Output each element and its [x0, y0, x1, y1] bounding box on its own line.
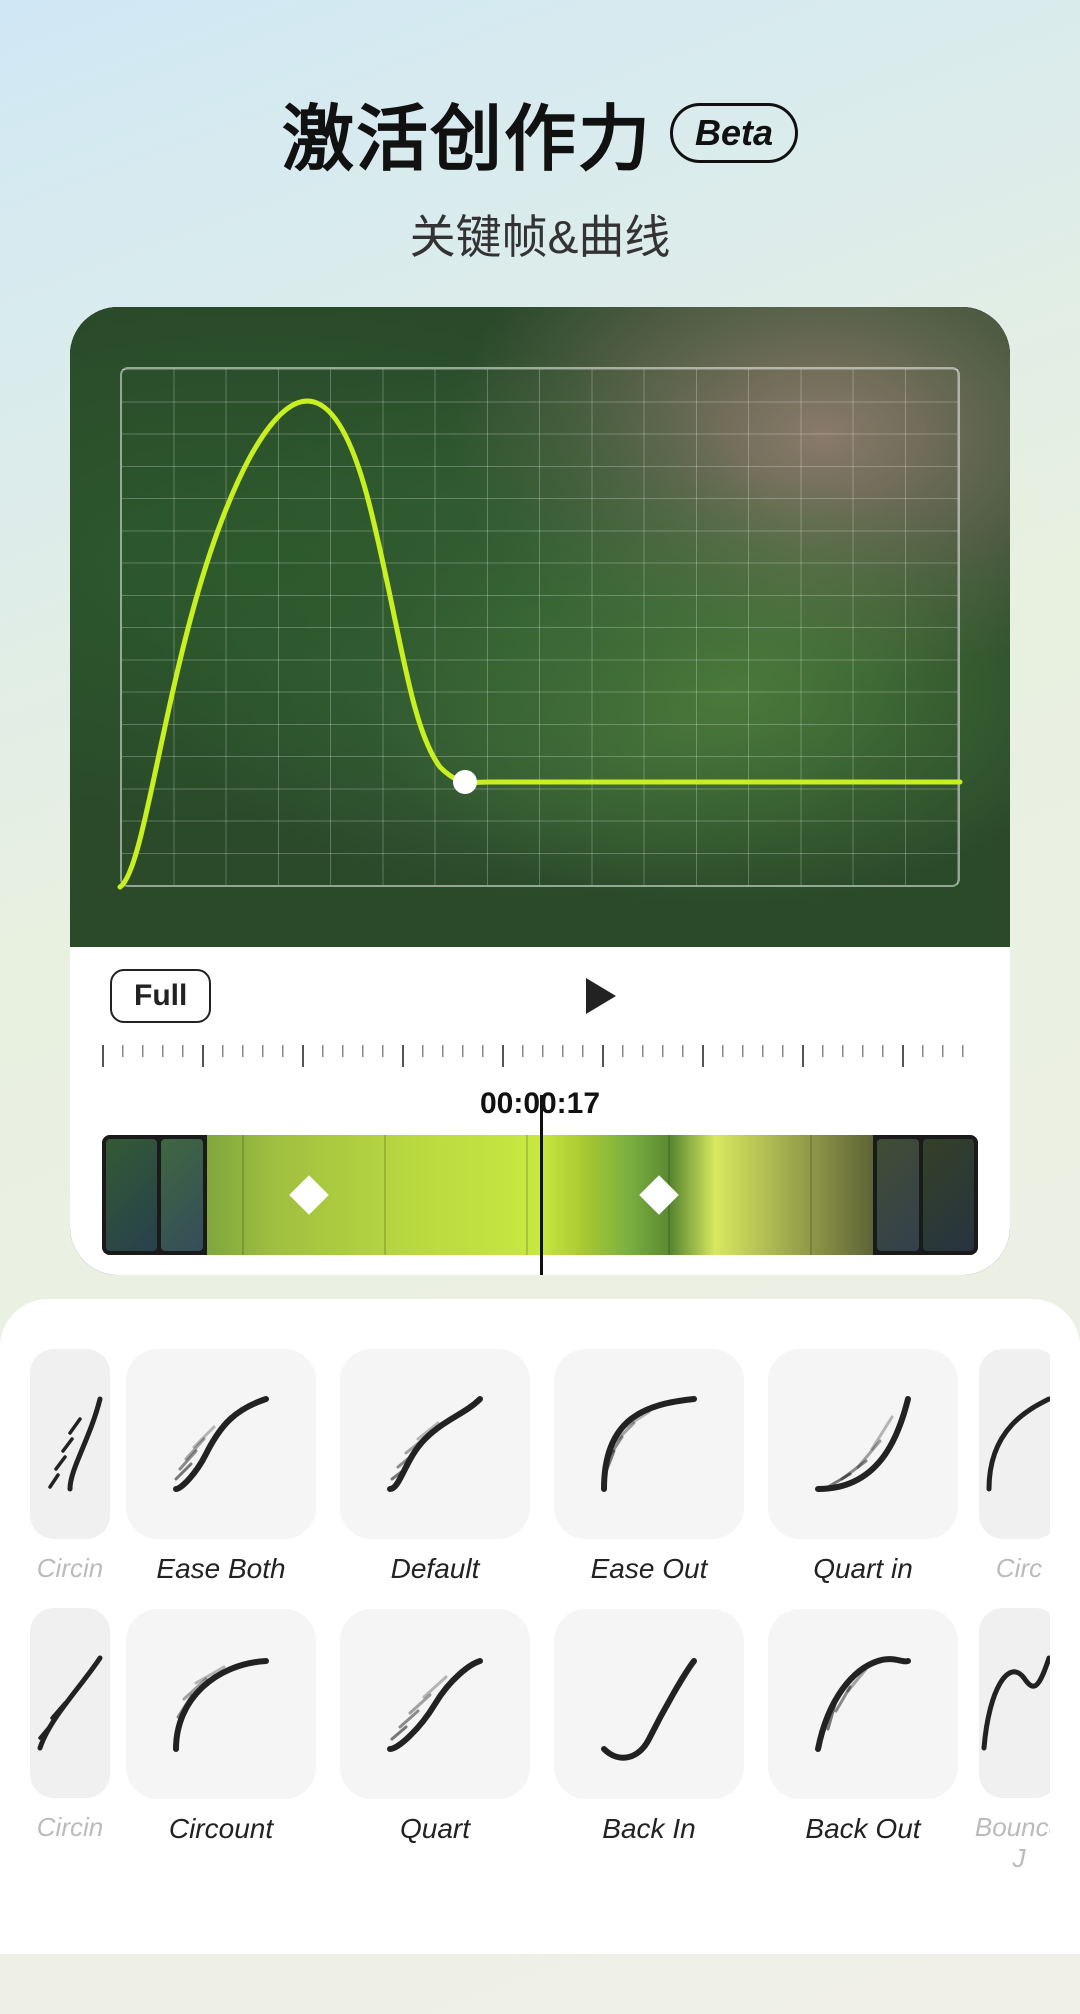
left-partial-label-1: Circin [37, 1553, 103, 1584]
timeline-ruler [102, 1045, 978, 1081]
preset-label-back-out: Back Out [805, 1813, 920, 1845]
preset-circount: Circount [126, 1609, 316, 1845]
right-partial-label-1: Circ [996, 1553, 1042, 1584]
left-partial-card-2[interactable] [30, 1608, 110, 1798]
animation-curve [70, 307, 1010, 947]
ease-both-icon [156, 1379, 286, 1509]
preset-card-ease-out[interactable] [554, 1349, 744, 1539]
controls-bar: Full [70, 947, 1010, 1045]
beta-badge: Beta [670, 103, 798, 163]
playhead[interactable] [540, 1095, 543, 1275]
right-curve-icon-2 [979, 1638, 1050, 1768]
presets-scroll-container: Circin Circin [30, 1349, 1050, 1874]
right-edge-item-1: Circ [974, 1349, 1050, 1584]
preset-ease-both: Ease Both [126, 1349, 316, 1585]
preset-label-quart-in: Quart in [813, 1553, 913, 1585]
circount-icon [156, 1639, 286, 1769]
presets-main-grid: Ease Both Default [126, 1349, 958, 1845]
presets-panel: Circin Circin [0, 1299, 1080, 1954]
video-card: Full 00:00:17 [70, 307, 1010, 1275]
play-button-container[interactable] [231, 978, 970, 1014]
preset-card-circount[interactable] [126, 1609, 316, 1799]
page-title: 激活创作力 [282, 80, 652, 185]
back-in-icon [584, 1639, 714, 1769]
preset-label-quart: Quart [400, 1813, 470, 1845]
left-edge-item-2: Circin [30, 1608, 110, 1843]
header-title-row: 激活创作力 Beta [282, 80, 798, 185]
preset-card-default[interactable] [340, 1349, 530, 1539]
preset-label-default: Default [391, 1553, 480, 1585]
left-curve-icon-1 [30, 1379, 110, 1509]
keyframe-right[interactable] [639, 1175, 679, 1215]
preset-card-back-in[interactable] [554, 1609, 744, 1799]
preset-card-quart-in[interactable] [768, 1349, 958, 1539]
preset-card-ease-both[interactable] [126, 1349, 316, 1539]
default-icon [370, 1379, 500, 1509]
video-area [70, 307, 1010, 947]
play-icon[interactable] [586, 978, 616, 1014]
ease-out-icon [584, 1379, 714, 1509]
quart-icon [370, 1639, 500, 1769]
full-button[interactable]: Full [110, 969, 211, 1023]
right-edge-presets: Circ Bounce J [974, 1349, 1050, 1874]
filmstrip-container[interactable] [102, 1135, 978, 1255]
timeline-area: 00:00:17 [70, 1045, 1010, 1275]
header: 激活创作力 Beta 关键帧&曲线 [282, 80, 798, 267]
right-partial-card-1[interactable] [979, 1349, 1050, 1539]
right-partial-card-2[interactable] [979, 1608, 1050, 1798]
preset-card-back-out[interactable] [768, 1609, 958, 1799]
left-partial-card-1[interactable] [30, 1349, 110, 1539]
quart-in-icon [798, 1379, 928, 1509]
preset-label-circount: Circount [169, 1813, 273, 1845]
preset-label-ease-both: Ease Both [156, 1553, 285, 1585]
preset-card-quart[interactable] [340, 1609, 530, 1799]
left-edge-presets: Circin Circin [30, 1349, 110, 1843]
preset-back-in: Back In [554, 1609, 744, 1845]
preset-back-out: Back Out [768, 1609, 958, 1845]
right-curve-icon-1 [979, 1379, 1050, 1509]
header-subtitle: 关键帧&曲线 [282, 201, 798, 267]
preset-label-ease-out: Ease Out [591, 1553, 708, 1585]
preset-quart: Quart [340, 1609, 530, 1845]
preset-label-back-in: Back In [602, 1813, 695, 1845]
keyframe-left[interactable] [289, 1175, 329, 1215]
preset-default: Default [340, 1349, 530, 1585]
preset-quart-in: Quart in [768, 1349, 958, 1585]
back-out-icon [798, 1639, 928, 1769]
page-container: 激活创作力 Beta 关键帧&曲线 Full [0, 0, 1080, 2014]
right-partial-label-2: Bounce J [974, 1812, 1050, 1874]
left-curve-icon-2 [30, 1638, 110, 1768]
left-edge-item-1: Circin [30, 1349, 110, 1584]
preset-ease-out: Ease Out [554, 1349, 744, 1585]
right-edge-item-2: Bounce J [974, 1608, 1050, 1874]
left-partial-label-2: Circin [37, 1812, 103, 1843]
